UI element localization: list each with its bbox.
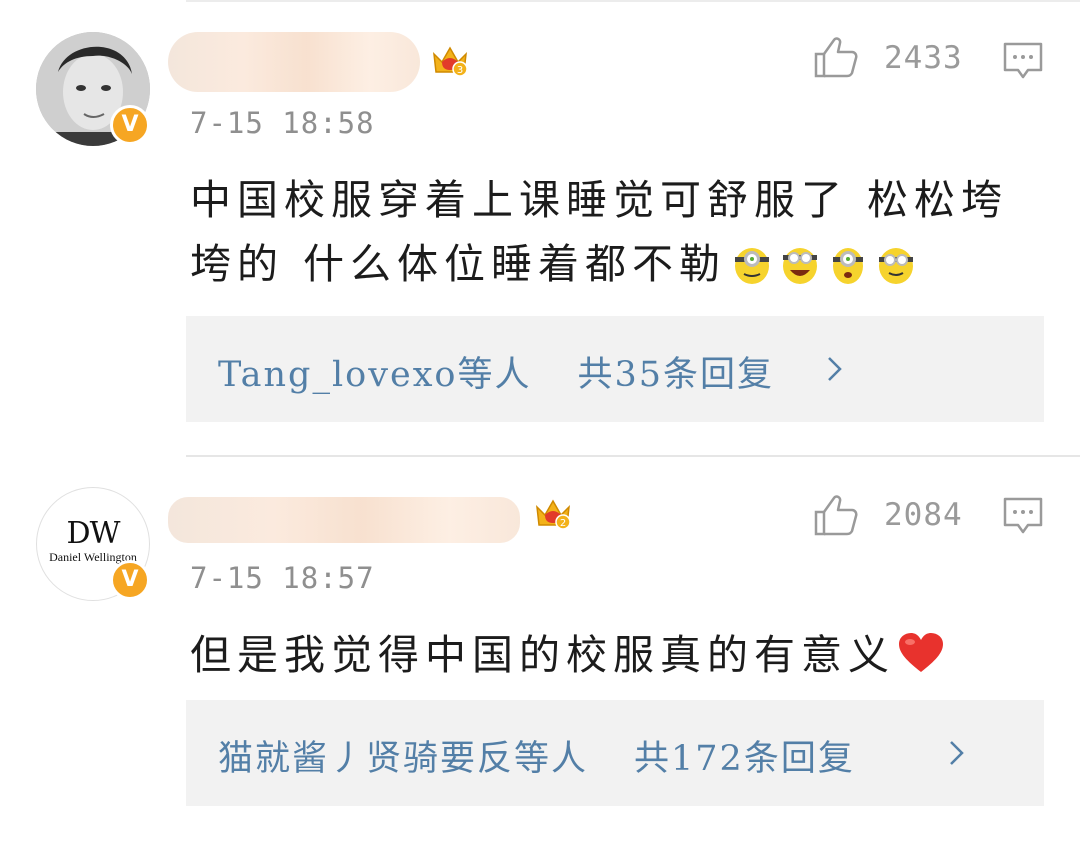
comment-bubble-icon[interactable] <box>1002 40 1044 82</box>
replies-count: 共35条回复 <box>577 355 775 395</box>
chevron-right-icon <box>828 357 842 381</box>
crown-badge-icon: 2 <box>536 499 571 530</box>
timestamp: 7-15 18:57 <box>190 561 375 595</box>
comment-bubble-icon[interactable] <box>1002 495 1044 537</box>
minion-emoji-icon <box>735 248 770 284</box>
comment-item: DW Daniel Wellington V 2 2084 7-15 18:57… <box>0 457 1080 842</box>
replies-count: 共172条回复 <box>634 739 855 779</box>
chevron-right-icon <box>950 741 964 765</box>
minion-emoji-icon <box>879 248 914 284</box>
heart-emoji-icon <box>899 633 943 672</box>
minion-emoji-icon <box>833 248 864 284</box>
comment-text: 但是我觉得中国的校服真的有意义 <box>190 631 895 679</box>
verified-v-icon: V <box>110 105 150 145</box>
verified-v-icon: V <box>110 560 150 600</box>
crown-badge-icon: 3 <box>433 46 468 77</box>
crown-level: 2 <box>560 518 566 529</box>
username-blurred[interactable] <box>168 497 520 543</box>
comment-item: V 3 2433 7-15 18:58 中国校服穿着上课睡觉可舒服了 松松垮垮的… <box>0 0 1080 455</box>
replies-names: Tang_lovexo等人 <box>218 355 532 395</box>
replies-preview[interactable]: 猫就酱丿贤骑要反等人 共172条回复 <box>186 700 1044 806</box>
like-count: 2433 <box>884 40 963 76</box>
like-count: 2084 <box>884 497 963 533</box>
comment-body: 中国校服穿着上课睡觉可舒服了 松松垮垮的 什么体位睡着都不勒 <box>190 168 1040 296</box>
replies-link[interactable]: Tang_lovexo等人 共35条回复 <box>218 346 774 397</box>
timestamp: 7-15 18:58 <box>190 106 375 140</box>
avatar-brand-mark: DW <box>66 516 121 551</box>
crown-level: 3 <box>457 65 463 76</box>
replies-link[interactable]: 猫就酱丿贤骑要反等人 共172条回复 <box>218 730 855 781</box>
replies-preview[interactable]: Tang_lovexo等人 共35条回复 <box>186 316 1044 422</box>
minion-emoji-icon <box>783 248 818 284</box>
comment-body: 但是我觉得中国的校服真的有意义 <box>190 623 1040 687</box>
thumbs-up-icon[interactable] <box>812 34 858 80</box>
thumbs-up-icon[interactable] <box>812 492 858 538</box>
replies-names: 猫就酱丿贤骑要反等人 <box>218 739 589 779</box>
username-blurred[interactable] <box>168 32 420 92</box>
